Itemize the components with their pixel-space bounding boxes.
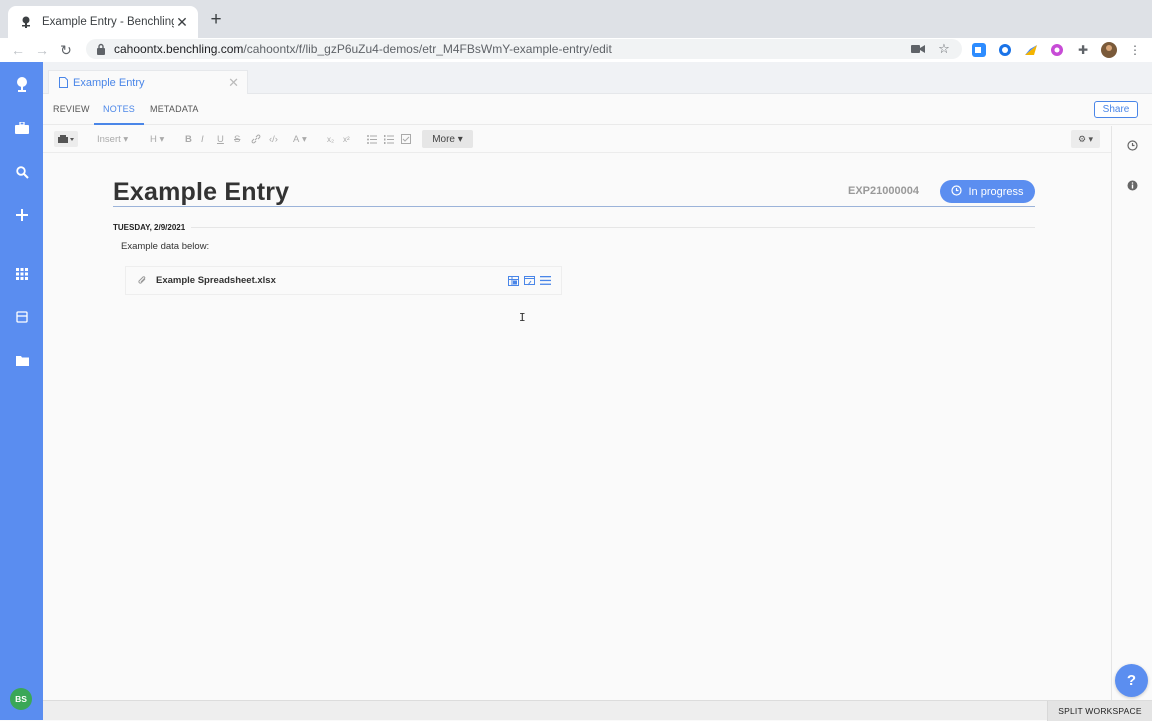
underline-button[interactable]: U bbox=[217, 131, 224, 147]
camera-blocked-icon[interactable] bbox=[910, 41, 926, 57]
briefcase-icon[interactable] bbox=[12, 118, 32, 138]
lock-icon bbox=[94, 42, 108, 56]
title-divider bbox=[113, 206, 1035, 207]
right-rail bbox=[1111, 126, 1152, 700]
puzzle-extensions-icon[interactable]: ✚ bbox=[1074, 41, 1092, 59]
browser-tab-title: Example Entry - Benchling bbox=[42, 16, 174, 28]
settings-menu-button[interactable]: ⚙ ▾ bbox=[1071, 130, 1100, 148]
date-header: TUESDAY, 2/9/2021 bbox=[113, 223, 1035, 232]
insert-menu-button[interactable]: Insert ▾ bbox=[97, 131, 128, 147]
forward-arrow-icon[interactable]: → bbox=[30, 39, 54, 61]
paperclip-icon bbox=[136, 275, 148, 287]
url-text: cahoontx.benchling.com/cahoontx/f/lib_gz… bbox=[114, 42, 612, 56]
formatting-toolbar: Insert ▾ H ▾ B I U S ‹/› A ▾ x₂ x² More … bbox=[43, 126, 1111, 153]
checklist-icon[interactable] bbox=[401, 131, 411, 147]
bold-button[interactable]: B bbox=[185, 131, 192, 147]
gear-icon: ⚙ bbox=[1077, 133, 1087, 144]
benchling-favicon-icon bbox=[18, 14, 34, 30]
document-tab[interactable]: Example Entry ✕ bbox=[48, 70, 248, 94]
document-page-icon bbox=[57, 77, 69, 89]
view-tabs: REVIEW NOTES METADATA Share bbox=[43, 94, 1152, 125]
colorful-extension-icon[interactable] bbox=[1048, 41, 1066, 59]
attachment-card[interactable]: Example Spreadsheet.xlsx bbox=[125, 266, 562, 295]
status-button[interactable]: In progress bbox=[940, 180, 1035, 203]
history-clock-icon[interactable] bbox=[1126, 139, 1138, 151]
profile-avatar-icon[interactable] bbox=[1100, 41, 1118, 59]
print-menu-button[interactable] bbox=[54, 131, 78, 147]
tab-review[interactable]: REVIEW bbox=[53, 104, 90, 125]
chrome-menu-icon[interactable]: ⋮ bbox=[1126, 41, 1144, 59]
benchling-logo-icon[interactable] bbox=[12, 75, 32, 95]
search-icon[interactable] bbox=[12, 162, 32, 182]
subscript-button[interactable]: x₂ bbox=[327, 131, 334, 147]
link-icon[interactable] bbox=[251, 131, 261, 147]
progress-clock-icon bbox=[951, 184, 963, 199]
document-tab-label: Example Entry bbox=[73, 76, 145, 89]
italic-button[interactable]: I bbox=[201, 131, 204, 147]
open-in-window-icon[interactable] bbox=[523, 275, 535, 287]
date-label: TUESDAY, 2/9/2021 bbox=[113, 223, 186, 232]
close-document-tab-icon[interactable]: ✕ bbox=[228, 75, 239, 91]
apps-grid-icon[interactable] bbox=[12, 264, 32, 284]
reload-icon[interactable]: ↻ bbox=[54, 39, 78, 61]
folder-icon[interactable] bbox=[12, 350, 32, 370]
arrow-extension-icon[interactable] bbox=[1022, 41, 1040, 59]
superscript-button[interactable]: x² bbox=[343, 131, 350, 147]
menu-lines-icon[interactable] bbox=[539, 275, 551, 287]
inventory-box-icon[interactable] bbox=[12, 307, 32, 327]
back-arrow-icon[interactable]: ← bbox=[6, 39, 30, 61]
close-tab-icon[interactable]: ✕ bbox=[174, 14, 190, 30]
info-icon[interactable] bbox=[1126, 179, 1138, 191]
entry-title[interactable]: Example Entry bbox=[113, 178, 289, 207]
attachment-file-name[interactable]: Example Spreadsheet.xlsx bbox=[156, 275, 503, 286]
user-avatar[interactable]: BS bbox=[10, 688, 32, 710]
more-menu-button[interactable]: More ▾ bbox=[422, 130, 473, 148]
browser-tab[interactable]: Example Entry - Benchling ✕ bbox=[8, 6, 198, 38]
help-button[interactable]: ? bbox=[1115, 664, 1148, 697]
plus-icon[interactable] bbox=[12, 205, 32, 225]
strikethrough-button[interactable]: S bbox=[234, 131, 240, 147]
font-color-menu-button[interactable]: A ▾ bbox=[293, 131, 307, 147]
entry-editor[interactable]: Example Entry EXP21000004 In progress TU… bbox=[43, 153, 1111, 700]
circle-extension-icon[interactable] bbox=[996, 41, 1014, 59]
bulleted-list-icon[interactable] bbox=[367, 131, 377, 147]
new-tab-button[interactable]: + bbox=[206, 9, 226, 30]
browser-tabstrip: Example Entry - Benchling ✕ + bbox=[0, 0, 1152, 38]
share-button[interactable]: Share bbox=[1094, 101, 1138, 118]
browser-toolbar: ← → ↻ cahoontx.benchling.com/cahoontx/f/… bbox=[0, 38, 1152, 62]
text-cursor-icon: I bbox=[519, 311, 526, 324]
numbered-list-icon[interactable] bbox=[384, 131, 394, 147]
split-workspace-button[interactable]: SPLIT WORKSPACE bbox=[1047, 701, 1152, 721]
document-tab-strip: Example Entry ✕ bbox=[43, 62, 1152, 94]
entry-id: EXP21000004 bbox=[848, 185, 919, 197]
heading-menu-button[interactable]: H ▾ bbox=[150, 131, 164, 147]
date-divider bbox=[191, 227, 1035, 228]
status-label: In progress bbox=[968, 185, 1024, 198]
code-icon[interactable]: ‹/› bbox=[269, 131, 278, 147]
footer-bar: SPLIT WORKSPACE bbox=[43, 700, 1152, 721]
zoom-extension-icon[interactable] bbox=[970, 41, 988, 59]
spreadsheet-view-icon[interactable] bbox=[507, 275, 519, 287]
app-sidebar: BS bbox=[0, 62, 43, 720]
tab-metadata[interactable]: METADATA bbox=[150, 104, 199, 125]
bookmark-star-icon[interactable]: ☆ bbox=[936, 41, 952, 57]
tab-notes[interactable]: NOTES bbox=[94, 104, 145, 125]
note-paragraph[interactable]: Example data below: bbox=[121, 241, 209, 252]
address-bar[interactable]: cahoontx.benchling.com/cahoontx/f/lib_gz… bbox=[86, 39, 962, 59]
